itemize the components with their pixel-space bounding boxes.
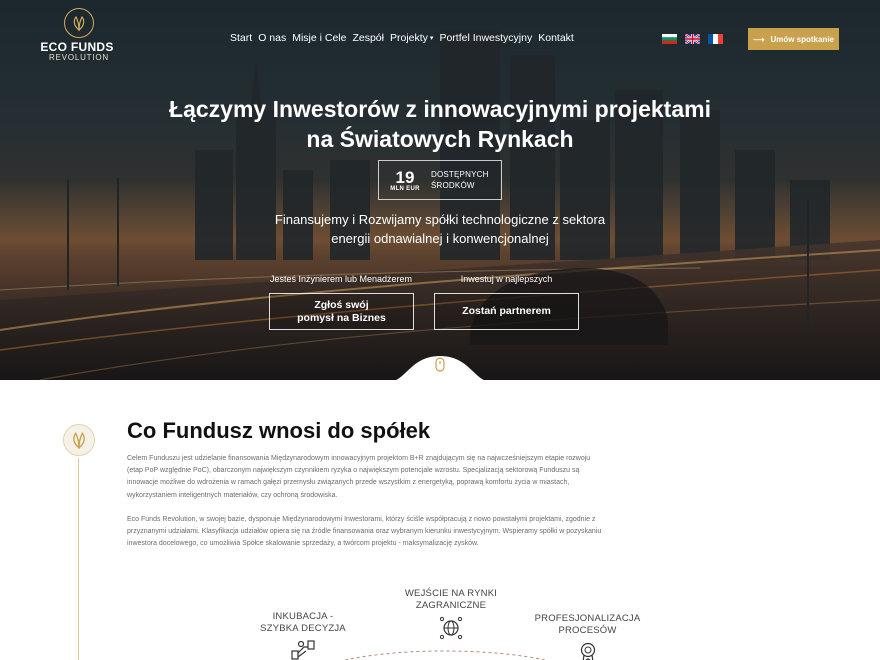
steps-connector-arc <box>344 650 546 660</box>
submit-idea-line1: Zgłoś swój <box>314 298 369 311</box>
arrow-right-icon: ⟶ <box>752 34 765 44</box>
funds-amount: 19 MLN EUR <box>379 169 431 192</box>
funds-label-line2: ŚRODKÓW <box>431 181 475 190</box>
brand-name: ECO FUNDS <box>40 40 114 54</box>
hero-title: Łączymy Inwestorów z innowacyjnymi proje… <box>0 94 880 154</box>
hero-section: ECO FUNDS REVOLUTION Start O nas Misje i… <box>0 0 880 380</box>
step-incubation-line2: SZYBKA DECYZJA <box>260 623 346 634</box>
step-incubation-line1: INKUBACJA - <box>272 611 334 622</box>
brand-tagline: REVOLUTION <box>48 53 109 62</box>
hero-subtitle-line1: Finansujemy i Rozwijamy spółki technolog… <box>274 212 606 227</box>
book-meeting-label: Umów spotkanie <box>770 34 835 44</box>
language-switcher <box>662 34 723 44</box>
flag-bg-icon[interactable] <box>662 34 677 44</box>
investor-caption: Inwestuj w najlepszych <box>460 274 553 284</box>
hero-subtitle: Finansujemy i Rozwijamy spółki technolog… <box>0 210 880 248</box>
brand-logo[interactable]: ECO FUNDS REVOLUTION <box>40 8 114 62</box>
engineer-caption: Jesteś Inżynierem lub Menadżerem <box>269 274 413 284</box>
globe-icon <box>439 616 463 640</box>
submit-idea-line2: pomysł na Biznes <box>297 311 386 324</box>
leaf-logo-icon <box>64 8 94 38</box>
flag-en-icon[interactable] <box>685 34 700 44</box>
funds-unit: MLN EUR <box>390 185 420 192</box>
section-paragraph-2: Eco Funds Revolution, w swojej bazie, dy… <box>127 516 602 548</box>
funds-label-line1: DOSTĘPNYCH <box>431 170 489 179</box>
nav-kontakt[interactable]: Kontakt <box>538 32 574 44</box>
nav-projekty[interactable]: Projekty ▾ <box>390 32 433 44</box>
step-foreign-line1: WEJŚCIE NA RYNKI <box>404 588 498 599</box>
handshake-icon <box>291 640 315 660</box>
book-meeting-button[interactable]: ⟶ Umów spotkanie <box>748 28 839 50</box>
step-foreign-markets: WEJŚCIE NA RYNKI ZAGRANICZNE <box>395 588 507 640</box>
nav-portfel[interactable]: Portfel Inwestycyjny <box>439 32 532 44</box>
step-foreign-line2: ZAGRANICZNE <box>415 600 487 611</box>
available-funds-badge: 19 MLN EUR DOSTĘPNYCH ŚRODKÓW <box>378 160 502 200</box>
submit-business-idea-button[interactable]: Zgłoś swój pomysł na Biznes <box>269 293 414 330</box>
nav-start[interactable]: Start <box>230 32 252 44</box>
become-partner-button[interactable]: Zostań partnerem <box>434 293 579 330</box>
timeline-line <box>78 458 79 660</box>
leaf-badge-icon <box>63 424 95 456</box>
section-title: Co Fundusz wnosi do spółek <box>127 418 431 443</box>
nav-zespol[interactable]: Zespół <box>352 32 384 44</box>
flag-fr-icon[interactable] <box>708 34 723 44</box>
nav-misje-i-cele[interactable]: Misje i Cele <box>292 32 346 44</box>
hero-title-line1: Łączymy Inwestorów z innowacyjnymi proje… <box>169 96 711 122</box>
nav-o-nas[interactable]: O nas <box>258 32 286 44</box>
submit-idea-label: Zgłoś swój pomysł na Biznes <box>297 299 386 325</box>
nav-projekty-label: Projekty <box>389 32 428 44</box>
scroll-down-notch[interactable] <box>388 350 492 380</box>
funds-label: DOSTĘPNYCH ŚRODKÓW <box>431 169 489 191</box>
award-icon <box>580 642 595 660</box>
step-prof-line1: PROFESJONALIZACJA <box>534 613 641 624</box>
hero-subtitle-line2: energii odnawialnej i konwencjonalnej <box>331 231 549 246</box>
step-prof-line2: PROCESÓW <box>558 625 617 636</box>
funds-value: 19 <box>395 167 415 187</box>
chevron-down-icon: ▾ <box>429 35 434 43</box>
section-paragraph-1: Celem Funduszu jest udzielanie finansowa… <box>127 455 591 499</box>
hero-title-line2: na Światowych Rynkach <box>306 126 574 152</box>
main-navigation: Start O nas Misje i Cele Zespół Projekty… <box>230 32 574 44</box>
